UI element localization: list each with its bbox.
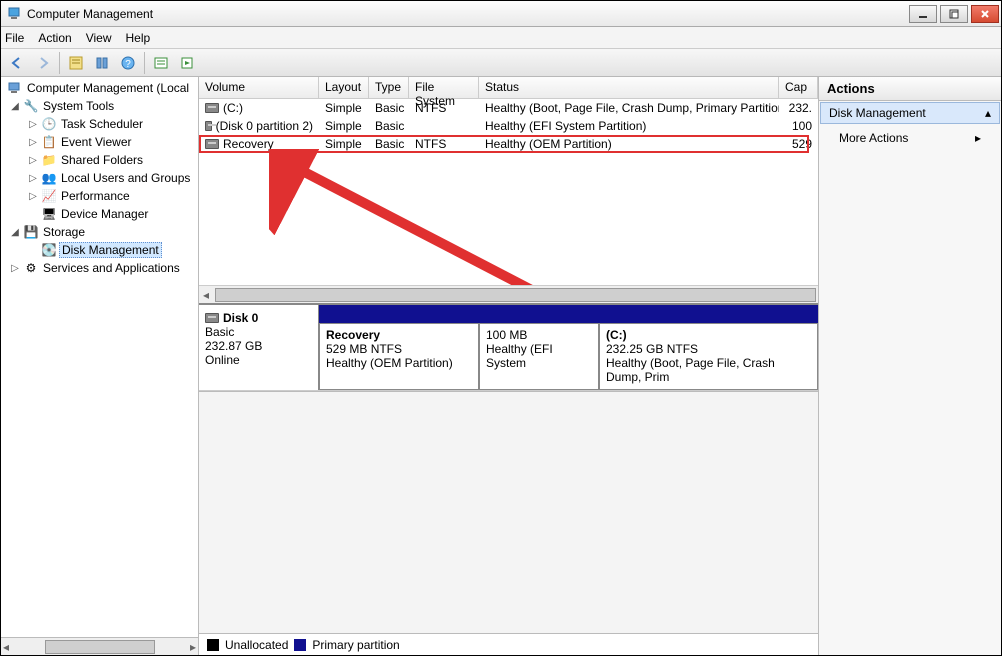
expand-icon[interactable]: ▷ bbox=[27, 137, 39, 148]
expand-icon[interactable]: ▷ bbox=[9, 263, 21, 274]
actions-more[interactable]: More Actions ▸ bbox=[819, 125, 1001, 151]
computer-icon bbox=[7, 80, 23, 96]
menubar: File Action View Help bbox=[1, 27, 1001, 49]
actions-pane: Actions Disk Management ▴ More Actions ▸ bbox=[819, 77, 1001, 655]
expand-icon[interactable]: ▷ bbox=[27, 119, 39, 130]
disk-header-bar bbox=[319, 305, 818, 323]
disk-info[interactable]: Disk 0 Basic 232.87 GB Online bbox=[199, 305, 319, 390]
minimize-button[interactable] bbox=[909, 5, 937, 23]
partition-efi[interactable]: 100 MB Healthy (EFI System bbox=[479, 323, 599, 390]
disk-icon: 💽 bbox=[41, 242, 57, 258]
toolbar: ? bbox=[1, 49, 1001, 77]
tree-storage[interactable]: ◢💾Storage bbox=[1, 223, 198, 241]
chevron-right-icon: ▸ bbox=[975, 131, 981, 145]
col-type[interactable]: Type bbox=[369, 77, 409, 98]
refresh-icon[interactable] bbox=[90, 52, 114, 74]
actions-header: Actions bbox=[819, 77, 1001, 101]
expand-icon[interactable]: ▷ bbox=[27, 155, 39, 166]
volume-row[interactable]: (C:) Simple Basic NTFS Healthy (Boot, Pa… bbox=[199, 99, 818, 117]
device-icon: 🖥 bbox=[41, 206, 57, 222]
app-icon bbox=[7, 6, 23, 22]
legend-primary-label: Primary partition bbox=[312, 638, 399, 652]
expand-icon[interactable]: ▷ bbox=[27, 173, 39, 184]
tree-hscrollbar[interactable]: ◂ ▸ bbox=[1, 637, 198, 655]
tree-root[interactable]: Computer Management (Local bbox=[1, 79, 198, 97]
titlebar: Computer Management bbox=[1, 1, 1001, 27]
col-volume[interactable]: Volume bbox=[199, 77, 319, 98]
volume-list[interactable]: (C:) Simple Basic NTFS Healthy (Boot, Pa… bbox=[199, 99, 818, 285]
close-button[interactable] bbox=[971, 5, 999, 23]
partition-recovery[interactable]: Recovery 529 MB NTFS Healthy (OEM Partit… bbox=[319, 323, 479, 390]
tree-event-viewer[interactable]: ▷📋Event Viewer bbox=[1, 133, 198, 151]
actions-diskmgmt-header[interactable]: Disk Management ▴ bbox=[820, 102, 1000, 124]
legend-unalloc-swatch bbox=[207, 639, 219, 651]
volume-row[interactable]: Recovery Simple Basic NTFS Healthy (OEM … bbox=[199, 135, 818, 153]
collapse-icon: ▴ bbox=[985, 106, 991, 120]
tools-icon: 🔧 bbox=[23, 98, 39, 114]
tree-shared-folders[interactable]: ▷📁Shared Folders bbox=[1, 151, 198, 169]
perf-icon: 📈 bbox=[41, 188, 57, 204]
volume-list-header: Volume Layout Type File System Status Ca… bbox=[199, 77, 818, 99]
menu-view[interactable]: View bbox=[86, 31, 112, 45]
services-icon: ⚙ bbox=[23, 260, 39, 276]
tree-local-users[interactable]: ▷👥Local Users and Groups bbox=[1, 169, 198, 187]
menu-file[interactable]: File bbox=[5, 31, 24, 45]
properties-icon[interactable] bbox=[64, 52, 88, 74]
clock-icon: 🕒 bbox=[41, 116, 57, 132]
annotation-arrow bbox=[269, 149, 559, 285]
volume-row[interactable]: (Disk 0 partition 2) Simple Basic Health… bbox=[199, 117, 818, 135]
legend-unalloc-label: Unallocated bbox=[225, 638, 288, 652]
tree-system-tools[interactable]: ◢🔧System Tools bbox=[1, 97, 198, 115]
tree-task-scheduler[interactable]: ▷🕒Task Scheduler bbox=[1, 115, 198, 133]
expand-icon[interactable]: ▷ bbox=[27, 191, 39, 202]
tree-device-manager[interactable]: 🖥Device Manager bbox=[1, 205, 198, 223]
svg-text:?: ? bbox=[125, 59, 131, 70]
tree-performance[interactable]: ▷📈Performance bbox=[1, 187, 198, 205]
back-button[interactable] bbox=[5, 52, 29, 74]
action-list-icon[interactable] bbox=[149, 52, 173, 74]
col-layout[interactable]: Layout bbox=[319, 77, 369, 98]
partition-c[interactable]: (C:) 232.25 GB NTFS Healthy (Boot, Page … bbox=[599, 323, 818, 390]
collapse-icon[interactable]: ◢ bbox=[9, 101, 21, 112]
volume-hscrollbar[interactable]: ◂ bbox=[199, 285, 818, 303]
menu-help[interactable]: Help bbox=[126, 31, 151, 45]
volume-icon bbox=[205, 139, 219, 149]
legend: Unallocated Primary partition bbox=[199, 633, 818, 655]
users-icon: 👥 bbox=[41, 170, 57, 186]
center-pane: Volume Layout Type File System Status Ca… bbox=[199, 77, 819, 655]
window-title: Computer Management bbox=[27, 7, 909, 21]
nav-tree[interactable]: Computer Management (Local ◢🔧System Tool… bbox=[1, 77, 199, 655]
menu-action[interactable]: Action bbox=[38, 31, 71, 45]
disk-icon bbox=[205, 313, 219, 323]
settings-icon[interactable] bbox=[175, 52, 199, 74]
col-status[interactable]: Status bbox=[479, 77, 779, 98]
legend-primary-swatch bbox=[294, 639, 306, 651]
maximize-button[interactable] bbox=[940, 5, 968, 23]
forward-button[interactable] bbox=[31, 52, 55, 74]
event-icon: 📋 bbox=[41, 134, 57, 150]
folder-icon: 📁 bbox=[41, 152, 57, 168]
col-cap[interactable]: Cap bbox=[779, 77, 818, 98]
collapse-icon[interactable]: ◢ bbox=[9, 227, 21, 238]
empty-area bbox=[199, 391, 818, 633]
volume-icon bbox=[205, 103, 219, 113]
col-fs[interactable]: File System bbox=[409, 77, 479, 98]
disk-graphical-view: Disk 0 Basic 232.87 GB Online Recovery 5… bbox=[199, 303, 818, 391]
tree-disk-management[interactable]: 💽Disk Management bbox=[1, 241, 198, 259]
help-icon[interactable]: ? bbox=[116, 52, 140, 74]
storage-icon: 💾 bbox=[23, 224, 39, 240]
tree-services[interactable]: ▷⚙Services and Applications bbox=[1, 259, 198, 277]
volume-icon bbox=[205, 121, 212, 131]
